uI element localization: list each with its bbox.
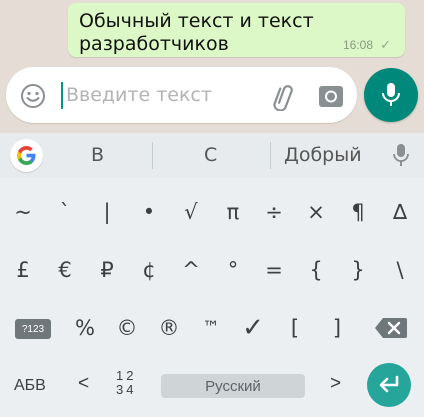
message-input-bar <box>6 67 357 123</box>
message-bubble[interactable]: Обычный текст и текст разработчиков 16:0… <box>68 3 405 57</box>
key-bullet[interactable]: • <box>129 190 169 234</box>
key-multiply[interactable]: × <box>296 190 336 234</box>
text-caret <box>61 82 63 109</box>
numbers-key-top: 12 <box>116 368 137 383</box>
numbers-key-bottom: 34 <box>116 382 137 397</box>
camera-icon[interactable] <box>318 83 344 109</box>
key-divide[interactable]: ÷ <box>254 190 294 234</box>
message-text: Обычный текст и текст разработчиков <box>79 10 314 55</box>
key-copyright[interactable]: © <box>107 306 147 350</box>
key-trademark[interactable]: ™ <box>191 306 231 350</box>
microphone-icon <box>382 83 400 106</box>
key-tilde[interactable]: ~ <box>3 190 43 234</box>
key-less-than[interactable]: < <box>78 373 89 395</box>
key-pound[interactable]: £ <box>3 248 43 292</box>
key-greater-than[interactable]: > <box>330 373 341 395</box>
backspace-icon[interactable] <box>374 317 408 339</box>
key-left-brace[interactable]: { <box>296 248 336 292</box>
key-backslash[interactable]: \ <box>380 248 420 292</box>
suggestion-3[interactable]: Добрый <box>284 144 362 166</box>
symbols-more-key[interactable]: ?123 <box>15 319 51 339</box>
key-equals[interactable]: = <box>254 248 294 292</box>
message-time: 16:08 <box>342 38 373 52</box>
key-pi[interactable]: π <box>213 190 253 234</box>
key-ruble[interactable]: ₽ <box>87 248 127 292</box>
key-caret[interactable]: ^ <box>171 248 211 292</box>
key-degree[interactable]: ° <box>213 248 253 292</box>
key-registered[interactable]: ® <box>149 306 189 350</box>
suggestion-bar: В С Добрый <box>0 133 424 178</box>
paperclip-icon[interactable] <box>268 81 298 111</box>
emoji-icon[interactable] <box>20 83 46 109</box>
chat-area: Обычный текст и текст разработчиков 16:0… <box>0 0 424 133</box>
enter-button[interactable] <box>367 363 411 407</box>
keyboard: В С Добрый ~ ` | • √ π ÷ × ¶ ∆ £ € ₽ ¢ ^… <box>0 133 424 417</box>
key-check[interactable]: ✓ <box>233 306 273 350</box>
key-left-bracket[interactable]: [ <box>275 306 315 350</box>
microphone-button[interactable] <box>364 68 418 122</box>
voice-input-icon[interactable] <box>392 143 410 169</box>
key-cent[interactable]: ¢ <box>129 248 169 292</box>
enter-arrow-icon <box>379 375 399 393</box>
key-percent[interactable]: % <box>65 306 105 350</box>
suggestion-divider <box>270 142 271 169</box>
key-euro[interactable]: € <box>45 248 85 292</box>
suggestion-divider <box>152 142 153 169</box>
key-sqrt[interactable]: √ <box>171 190 211 234</box>
key-pilcrow[interactable]: ¶ <box>338 190 378 234</box>
message-input[interactable] <box>66 78 256 112</box>
key-pipe[interactable]: | <box>87 190 127 234</box>
suggestion-2[interactable]: С <box>204 144 217 166</box>
key-right-brace[interactable]: } <box>338 248 378 292</box>
numbers-key[interactable]: 12 34 <box>116 369 136 397</box>
language-letters-key[interactable]: АБВ <box>14 377 46 395</box>
suggestion-1[interactable]: В <box>91 144 104 166</box>
key-right-bracket[interactable]: ] <box>317 306 357 350</box>
key-backtick[interactable]: ` <box>45 190 85 234</box>
google-logo-icon[interactable] <box>10 139 43 172</box>
space-bar[interactable]: Русский <box>161 374 305 398</box>
key-delta[interactable]: ∆ <box>380 190 420 234</box>
sent-check-icon: ✓ <box>380 37 391 52</box>
